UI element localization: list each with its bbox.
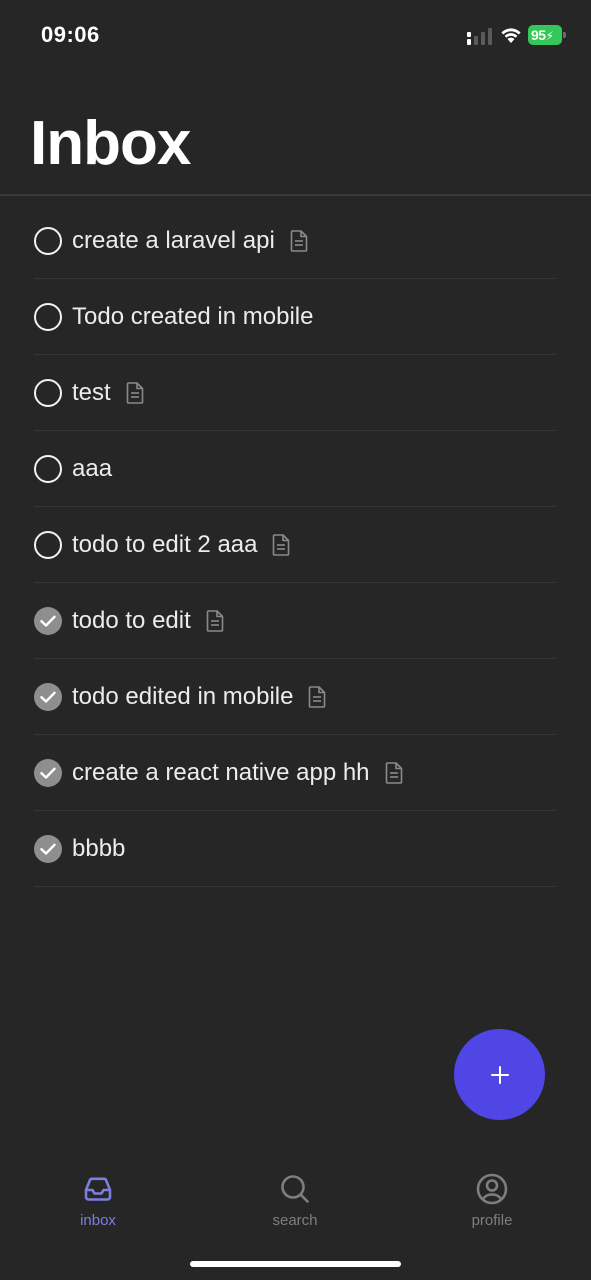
checkbox-unchecked-icon[interactable] bbox=[34, 302, 62, 331]
checkbox-checked-icon[interactable] bbox=[34, 682, 62, 711]
title-divider bbox=[0, 194, 591, 196]
charging-bolt-icon: ⚡ bbox=[545, 29, 554, 43]
add-todo-button[interactable] bbox=[454, 1029, 545, 1120]
todo-title: create a react native app hh bbox=[72, 758, 370, 786]
note-icon bbox=[290, 229, 308, 252]
signal-icon bbox=[467, 28, 492, 45]
checkmark-icon bbox=[40, 615, 56, 627]
battery-percent: 95 bbox=[531, 27, 546, 43]
tab-search[interactable]: search bbox=[235, 1172, 355, 1242]
inbox-icon bbox=[84, 1177, 112, 1201]
todo-list: create a laravel api Todo created in mob… bbox=[34, 203, 556, 887]
status-bar: 09:06 95⚡ bbox=[0, 0, 591, 70]
todo-title: todo edited in mobile bbox=[72, 682, 294, 710]
todo-title: bbbb bbox=[72, 834, 126, 862]
plus-icon bbox=[490, 1065, 509, 1084]
todo-item[interactable]: todo to edit 2 aaa bbox=[34, 507, 556, 583]
todo-title: todo to edit bbox=[72, 606, 191, 634]
checkbox-unchecked-icon[interactable] bbox=[34, 530, 62, 559]
checkbox-unchecked-icon[interactable] bbox=[34, 454, 62, 483]
todo-item[interactable]: todo edited in mobile bbox=[34, 659, 556, 735]
todo-title: create a laravel api bbox=[72, 226, 275, 254]
status-time: 09:06 bbox=[41, 22, 100, 47]
tab-bar: inbox search profile bbox=[0, 1160, 591, 1250]
todo-title: todo to edit 2 aaa bbox=[72, 530, 258, 558]
note-icon bbox=[273, 533, 290, 556]
todo-item[interactable]: Todo created in mobile bbox=[34, 279, 556, 355]
checkmark-icon bbox=[40, 767, 56, 779]
todo-item[interactable]: bbbb bbox=[34, 811, 556, 887]
profile-icon bbox=[476, 1173, 508, 1205]
todo-title: aaa bbox=[72, 454, 113, 482]
battery-level: 95⚡ bbox=[528, 25, 562, 45]
checkbox-checked-icon[interactable] bbox=[34, 834, 62, 863]
note-icon bbox=[206, 609, 224, 632]
todo-item[interactable]: create a react native app hh bbox=[34, 735, 556, 811]
wifi-icon bbox=[501, 28, 521, 43]
tab-label: inbox bbox=[80, 1212, 116, 1229]
note-icon bbox=[385, 761, 402, 784]
todo-item[interactable]: create a laravel api bbox=[34, 203, 556, 279]
checkbox-unchecked-icon[interactable] bbox=[34, 378, 62, 407]
checkmark-icon bbox=[40, 843, 56, 855]
tab-profile[interactable]: profile bbox=[432, 1172, 552, 1242]
checkbox-unchecked-icon[interactable] bbox=[34, 226, 62, 255]
tab-label: search bbox=[272, 1212, 318, 1229]
checkbox-checked-icon[interactable] bbox=[34, 758, 62, 787]
battery-charging-icon: 95⚡ bbox=[528, 25, 568, 45]
tab-inbox[interactable]: inbox bbox=[38, 1172, 158, 1242]
todo-item[interactable]: aaa bbox=[34, 431, 556, 507]
tab-label: profile bbox=[471, 1212, 513, 1229]
checkmark-icon bbox=[40, 691, 56, 703]
checkbox-checked-icon[interactable] bbox=[34, 606, 62, 635]
search-icon bbox=[281, 1175, 309, 1203]
todo-item[interactable]: todo to edit bbox=[34, 583, 556, 659]
todo-title: Todo created in mobile bbox=[72, 302, 314, 330]
todo-item[interactable]: test bbox=[34, 355, 556, 431]
battery-cap bbox=[563, 32, 566, 38]
home-indicator bbox=[190, 1261, 401, 1267]
note-icon bbox=[309, 685, 326, 708]
page-title: Inbox bbox=[30, 109, 191, 178]
note-icon bbox=[126, 381, 143, 404]
todo-title: test bbox=[72, 378, 111, 406]
